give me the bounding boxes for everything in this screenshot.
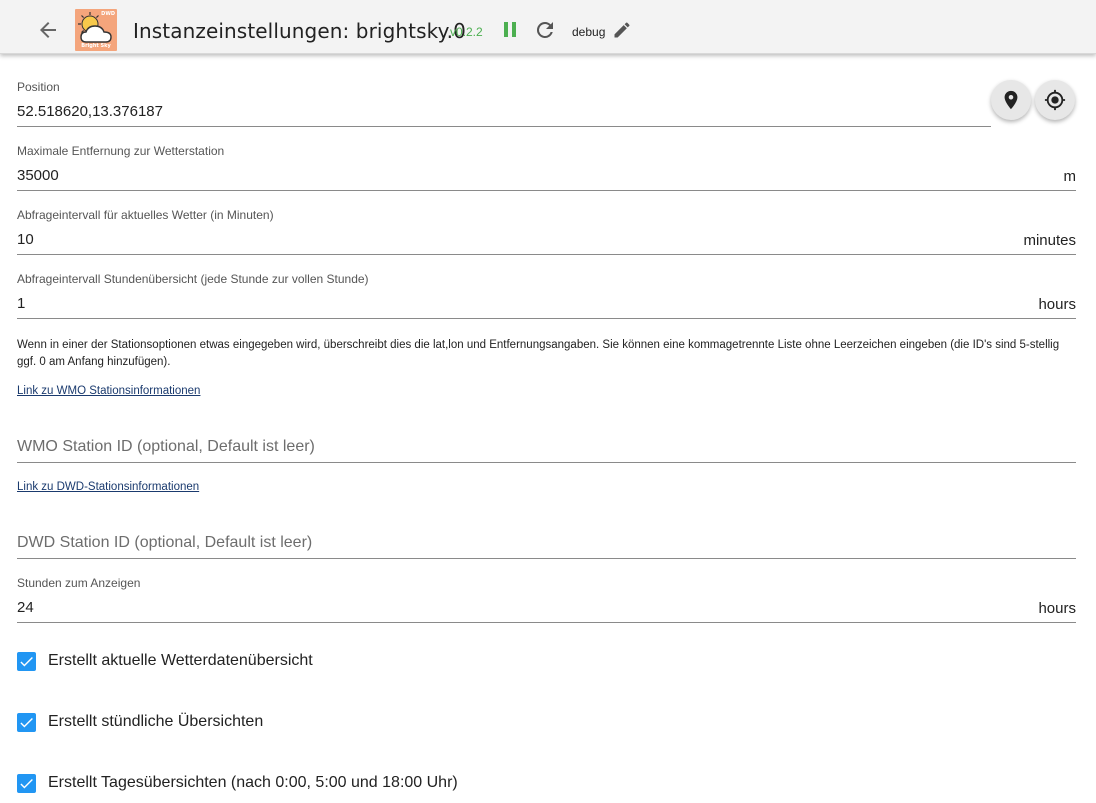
position-field[interactable]: Position 52.518620,13.376187 xyxy=(17,80,991,128)
version-badge: v0.2.2 xyxy=(450,25,483,39)
hours-to-show-unit: hours xyxy=(1038,600,1076,617)
position-label: Position xyxy=(17,80,60,94)
max-distance-input[interactable]: 35000 xyxy=(17,167,59,184)
map-picker-button[interactable] xyxy=(991,80,1031,120)
pause-icon xyxy=(504,22,516,37)
checkbox-hourly-overview-label: Erstellt stündliche Übersichten xyxy=(48,713,264,730)
dwd-info-link[interactable]: Link zu DWD-Stationsinformationen xyxy=(17,481,199,493)
toolbar: DWD Bright Sky Instanzeinstellungen: bri… xyxy=(0,0,1096,54)
position-input[interactable]: 52.518620,13.376187 xyxy=(17,103,163,120)
max-distance-underline xyxy=(17,190,1076,191)
max-distance-label: Maximale Entfernung zur Wetterstation xyxy=(17,144,225,158)
current-interval-unit: minutes xyxy=(1023,232,1076,249)
hourly-interval-underline xyxy=(17,318,1076,319)
dwd-station-underline xyxy=(17,558,1076,559)
wmo-info-link[interactable]: Link zu WMO Stationsinformationen xyxy=(17,385,200,397)
station-help-text: Wenn in einer der Stationsoptionen etwas… xyxy=(17,339,1060,368)
dwd-station-input[interactable]: DWD Station ID (optional, Default ist le… xyxy=(17,534,312,552)
back-button[interactable] xyxy=(36,18,60,42)
hours-to-show-underline xyxy=(17,622,1076,623)
gps-fixed-icon xyxy=(1044,89,1066,111)
checkbox-hourly-overview-box[interactable] xyxy=(17,713,36,732)
check-icon xyxy=(20,778,33,789)
hours-to-show-field[interactable]: Stunden zum Anzeigen 24 hours xyxy=(17,576,1076,624)
hours-to-show-input[interactable]: 24 xyxy=(17,599,34,616)
pause-button[interactable] xyxy=(500,19,522,41)
adapter-logo: DWD Bright Sky xyxy=(75,9,117,51)
current-interval-label: Abfrageintervall für aktuelles Wetter (i… xyxy=(17,208,274,222)
loglevel-label: debug xyxy=(572,25,606,39)
current-interval-field[interactable]: Abfrageintervall für aktuelles Wetter (i… xyxy=(17,208,1076,256)
edit-loglevel-button[interactable] xyxy=(612,20,632,40)
wmo-station-field[interactable]: WMO Station ID (optional, Default ist le… xyxy=(17,436,1076,466)
refresh-button[interactable] xyxy=(533,18,557,42)
check-icon xyxy=(20,717,33,728)
checkbox-current-weather-label: Erstellt aktuelle Wetterdatenübersicht xyxy=(48,652,313,669)
arrow-left-icon xyxy=(40,22,56,38)
hourly-interval-input[interactable]: 1 xyxy=(17,295,25,312)
refresh-icon xyxy=(536,21,553,38)
checkbox-daily-overview-label: Erstellt Tagesübersichten (nach 0:00, 5:… xyxy=(48,774,458,791)
hourly-interval-label: Abfrageintervall Stundenübersicht (jede … xyxy=(17,272,369,286)
current-interval-input[interactable]: 10 xyxy=(17,231,34,248)
pencil-icon xyxy=(614,22,630,38)
dwd-station-field[interactable]: DWD Station ID (optional, Default ist le… xyxy=(17,532,1076,562)
locate-button[interactable] xyxy=(1035,80,1075,120)
max-distance-unit: m xyxy=(1063,168,1077,185)
checkbox-daily-overview-box[interactable] xyxy=(17,774,36,793)
hours-to-show-label: Stunden zum Anzeigen xyxy=(17,576,141,590)
logo-text: Bright Sky xyxy=(81,43,111,49)
map-marker-icon xyxy=(1004,90,1018,110)
max-distance-field[interactable]: Maximale Entfernung zur Wetterstation 35… xyxy=(17,144,1076,192)
page-title: Instanzeinstellungen: brightsky.0 xyxy=(133,19,466,43)
wmo-station-underline xyxy=(17,462,1076,463)
check-icon xyxy=(20,656,33,667)
current-interval-underline xyxy=(17,254,1076,255)
hourly-interval-field[interactable]: Abfrageintervall Stundenübersicht (jede … xyxy=(17,272,1076,320)
hourly-interval-unit: hours xyxy=(1038,296,1076,313)
checkbox-current-weather-box[interactable] xyxy=(17,652,36,671)
position-underline xyxy=(17,126,991,127)
wmo-station-input[interactable]: WMO Station ID (optional, Default ist le… xyxy=(17,438,315,456)
